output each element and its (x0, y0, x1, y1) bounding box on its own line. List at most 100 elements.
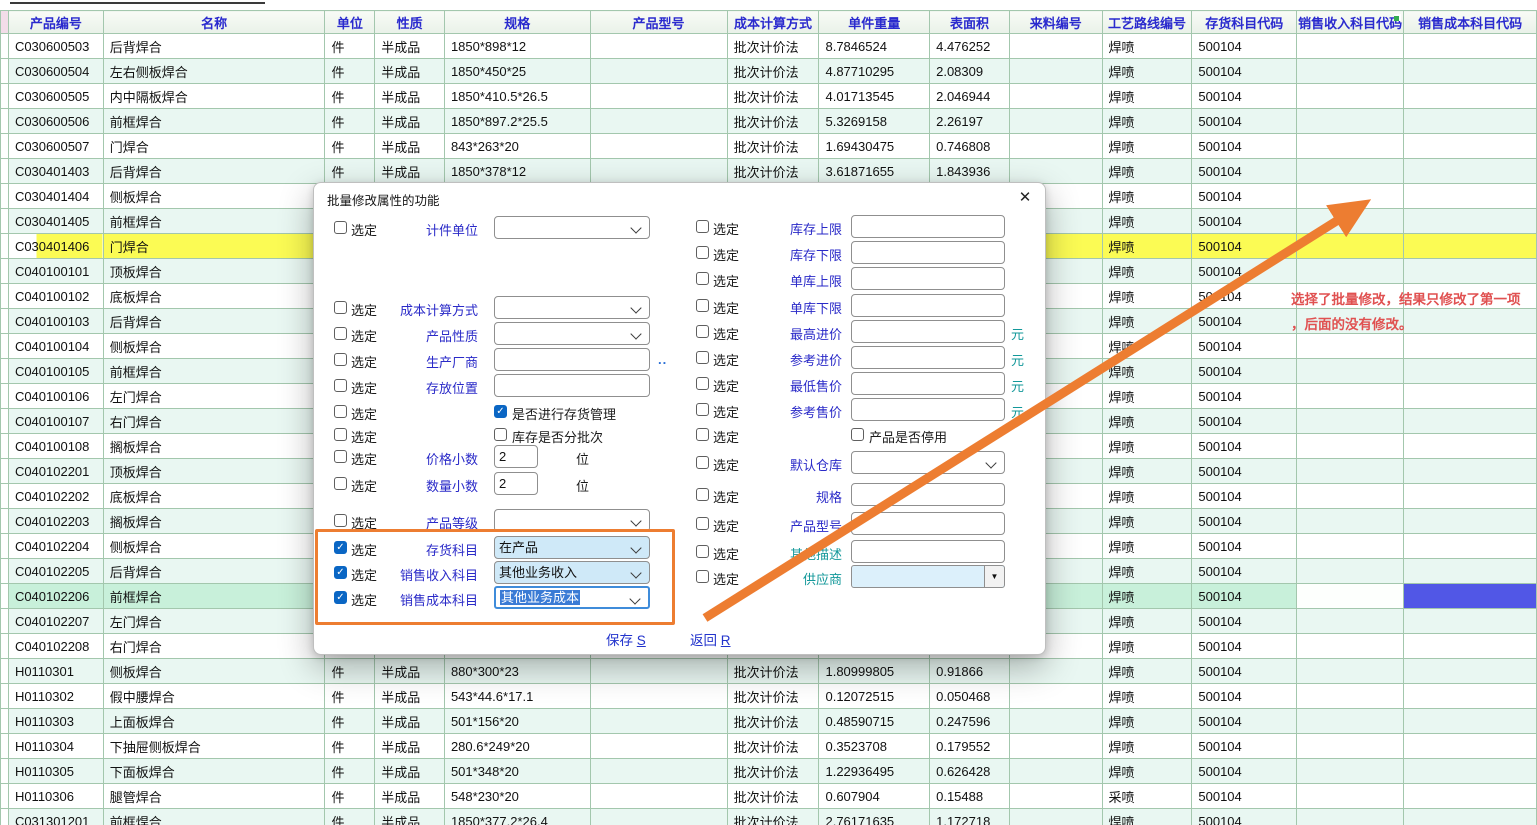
cell-cost_code[interactable] (1404, 509, 1537, 534)
cell-nature[interactable]: 半成品 (375, 684, 445, 709)
cell-model[interactable] (590, 84, 727, 109)
cell-inv_code[interactable]: 500104 (1192, 809, 1297, 825)
cell-id[interactable]: C040100105 (8, 359, 103, 384)
cell-route[interactable]: 焊喷 (1102, 409, 1192, 434)
cell-nature[interactable]: 半成品 (375, 134, 445, 159)
cell-inv_code[interactable]: 500104 (1192, 184, 1297, 209)
cell-nature[interactable]: 半成品 (375, 109, 445, 134)
cell-spec[interactable]: 843*263*20 (444, 134, 590, 159)
supplier-dropdown-button[interactable]: ▼ (984, 566, 1004, 587)
cell-inv_code[interactable]: 500104 (1192, 584, 1297, 609)
cell-income_code[interactable] (1297, 409, 1404, 434)
cell-id[interactable]: C040100106 (8, 384, 103, 409)
bin-lower-input[interactable] (851, 294, 1005, 317)
cell-name[interactable]: 左门焊合 (103, 609, 325, 634)
cell-rowhdr[interactable] (1, 509, 9, 534)
select-checkbox-manufacturer[interactable] (334, 353, 347, 366)
cell-unit[interactable]: 件 (325, 84, 375, 109)
cell-inv_code[interactable]: 500104 (1192, 409, 1297, 434)
cell-inv_code[interactable]: 500104 (1192, 634, 1297, 659)
close-icon[interactable]: ✕ (1014, 187, 1036, 209)
cell-rowhdr[interactable] (1, 659, 9, 684)
cell-spec[interactable]: 1850*898*12 (444, 34, 590, 59)
cell-name[interactable]: 前框焊合 (103, 209, 325, 234)
cell-model[interactable] (590, 109, 727, 134)
cell-spec[interactable]: 501*156*20 (444, 709, 590, 734)
select-checkbox-spec[interactable] (696, 488, 709, 501)
cell-model[interactable] (590, 759, 727, 784)
cell-spec[interactable]: 501*348*20 (444, 759, 590, 784)
cell-cost_code[interactable] (1404, 134, 1537, 159)
cell-unit[interactable]: 件 (325, 159, 375, 184)
cell-cost_method[interactable]: 批次计价法 (727, 784, 819, 809)
cell-rowhdr[interactable] (1, 684, 9, 709)
cell-spec[interactable]: 1850*378*12 (444, 159, 590, 184)
cell-inv_code[interactable]: 500104 (1192, 334, 1297, 359)
cell-rowhdr[interactable] (1, 59, 9, 84)
cell-inv_code[interactable]: 500104 (1192, 209, 1297, 234)
cell-rowhdr[interactable] (1, 434, 9, 459)
cell-name[interactable]: 前框焊合 (103, 359, 325, 384)
cell-id[interactable]: C040100107 (8, 409, 103, 434)
cell-spec[interactable]: 1850*410.5*26.5 (444, 84, 590, 109)
cell-id[interactable]: C040102202 (8, 484, 103, 509)
cell-name[interactable]: 侧板焊合 (103, 334, 325, 359)
cell-nature[interactable]: 半成品 (375, 159, 445, 184)
cell-id[interactable]: C040100101 (8, 259, 103, 284)
cell-incoming[interactable] (1009, 59, 1102, 84)
cell-name[interactable]: 左右侧板焊合 (103, 59, 325, 84)
cell-id[interactable]: C040100102 (8, 284, 103, 309)
cell-name[interactable]: 左门焊合 (103, 384, 325, 409)
cell-rowhdr[interactable] (1, 809, 9, 825)
cell-name[interactable]: 门焊合 (103, 134, 325, 159)
select-checkbox-product-grade[interactable] (334, 514, 347, 527)
cell-id[interactable]: C040102203 (8, 509, 103, 534)
cell-income_code[interactable] (1297, 259, 1404, 284)
cell-model[interactable] (590, 809, 727, 825)
cell-rowhdr[interactable] (1, 184, 9, 209)
cell-cost_code[interactable] (1404, 684, 1537, 709)
cell-inv_code[interactable]: 500104 (1192, 459, 1297, 484)
cell-weight[interactable]: 0.3523708 (819, 734, 930, 759)
cell-area[interactable]: 0.050468 (930, 684, 1010, 709)
spec-input[interactable] (851, 483, 1005, 506)
cell-income_code[interactable] (1297, 234, 1404, 259)
table-row[interactable]: H0110301侧板焊合件半成品880*300*23批次计价法1.8099980… (1, 659, 1537, 684)
cell-income_code[interactable] (1297, 559, 1404, 584)
cell-name[interactable]: 右门焊合 (103, 634, 325, 659)
cell-area[interactable]: 0.626428 (930, 759, 1010, 784)
cell-name[interactable]: 下抽屉侧板焊合 (103, 734, 325, 759)
cell-nature[interactable]: 半成品 (375, 34, 445, 59)
bin-upper-input[interactable] (851, 267, 1005, 290)
cell-area[interactable]: 0.91866 (930, 659, 1010, 684)
cell-cost_code[interactable] (1404, 659, 1537, 684)
cell-unit[interactable]: 件 (325, 684, 375, 709)
cell-incoming[interactable] (1009, 784, 1102, 809)
cell-route[interactable]: 焊喷 (1102, 284, 1192, 309)
save-button[interactable]: 保存 S (606, 629, 646, 649)
cell-cost_code[interactable] (1404, 584, 1537, 609)
cell-id[interactable]: C040100108 (8, 434, 103, 459)
cell-cost_code[interactable] (1404, 559, 1537, 584)
cell-route[interactable]: 焊喷 (1102, 709, 1192, 734)
cell-cost_method[interactable]: 批次计价法 (727, 109, 819, 134)
cell-cost_code[interactable] (1404, 184, 1537, 209)
cell-id[interactable]: C030401404 (8, 184, 103, 209)
select-checkbox-stock-lower[interactable] (696, 246, 709, 259)
cell-route[interactable]: 焊喷 (1102, 459, 1192, 484)
cell-name[interactable]: 侧板焊合 (103, 184, 325, 209)
cell-route[interactable]: 焊喷 (1102, 659, 1192, 684)
cell-cost_code[interactable] (1404, 34, 1537, 59)
cell-incoming[interactable] (1009, 809, 1102, 825)
cell-route[interactable]: 焊喷 (1102, 59, 1192, 84)
cell-cost_code[interactable] (1404, 384, 1537, 409)
cell-cost_code[interactable] (1404, 484, 1537, 509)
cell-name[interactable]: 搁板焊合 (103, 434, 325, 459)
cell-area[interactable]: 0.15488 (930, 784, 1010, 809)
cell-rowhdr[interactable] (1, 384, 9, 409)
cell-model[interactable] (590, 59, 727, 84)
cell-rowhdr[interactable] (1, 584, 9, 609)
cell-income_code[interactable] (1297, 609, 1404, 634)
cell-cost_code[interactable] (1404, 334, 1537, 359)
cell-route[interactable]: 焊喷 (1102, 159, 1192, 184)
